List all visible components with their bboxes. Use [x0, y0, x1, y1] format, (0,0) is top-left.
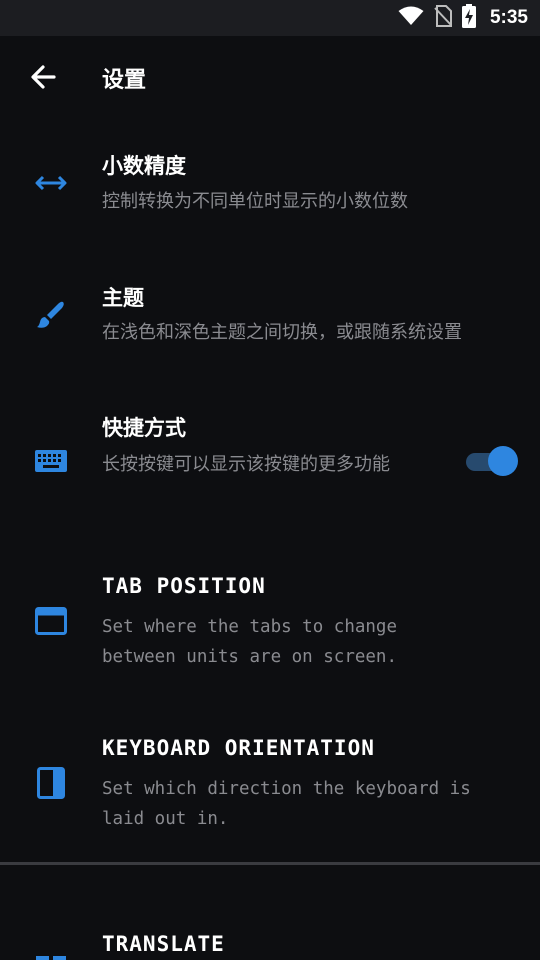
- toggle-thumb: [488, 446, 518, 476]
- panel-side-icon: [34, 766, 68, 800]
- setting-description: Set which direction the keyboard is laid…: [102, 779, 471, 829]
- horizontal-arrows-icon: [34, 166, 68, 200]
- setting-decimal-precision[interactable]: 小数精度 控制转换为不同单位时显示的小数位数: [0, 140, 540, 250]
- setting-title: KEYBOARD ORIENTATION: [102, 736, 375, 760]
- setting-title: 快捷方式: [102, 416, 186, 440]
- setting-keyboard-orientation[interactable]: KEYBOARD ORIENTATION Set which direction…: [0, 722, 540, 852]
- setting-tab-position[interactable]: TAB POSITION Set where the tabs to chang…: [0, 560, 540, 690]
- setting-shortcuts[interactable]: 快捷方式 长按按键可以显示该按键的更多功能: [0, 402, 540, 526]
- tab-window-icon: [34, 604, 68, 638]
- back-button[interactable]: [26, 60, 60, 94]
- setting-description: 在浅色和深色主题之间切换，或跟随系统设置: [102, 322, 462, 343]
- setting-title: 小数精度: [102, 154, 186, 178]
- status-bar: 5:35: [0, 0, 540, 36]
- grid-icon: [34, 954, 68, 960]
- setting-title: TRANSLATE: [102, 932, 225, 956]
- setting-title: 主题: [102, 286, 144, 310]
- shortcuts-toggle[interactable]: [466, 446, 518, 476]
- setting-description: Set where the tabs to change between uni…: [102, 617, 398, 667]
- status-time: 5:35: [489, 7, 528, 28]
- wifi-icon: [398, 6, 424, 30]
- keyboard-icon: [34, 444, 68, 478]
- status-icons: 5:35: [398, 0, 528, 36]
- setting-theme[interactable]: 主题 在浅色和深色主题之间切换，或跟随系统设置: [0, 270, 540, 380]
- brush-icon: [34, 298, 68, 332]
- no-sim-icon: [434, 5, 452, 31]
- battery-charging-icon: [461, 4, 476, 32]
- setting-description: 控制转换为不同单位时显示的小数位数: [102, 191, 408, 212]
- setting-title: TAB POSITION: [102, 574, 266, 598]
- setting-description: 长按按键可以显示该按键的更多功能: [102, 454, 390, 475]
- section-divider: [0, 862, 540, 865]
- back-arrow-icon: [31, 65, 56, 89]
- app-bar: 设置: [0, 36, 540, 120]
- setting-translate[interactable]: TRANSLATE: [0, 920, 540, 960]
- page-title: 设置: [102, 68, 147, 93]
